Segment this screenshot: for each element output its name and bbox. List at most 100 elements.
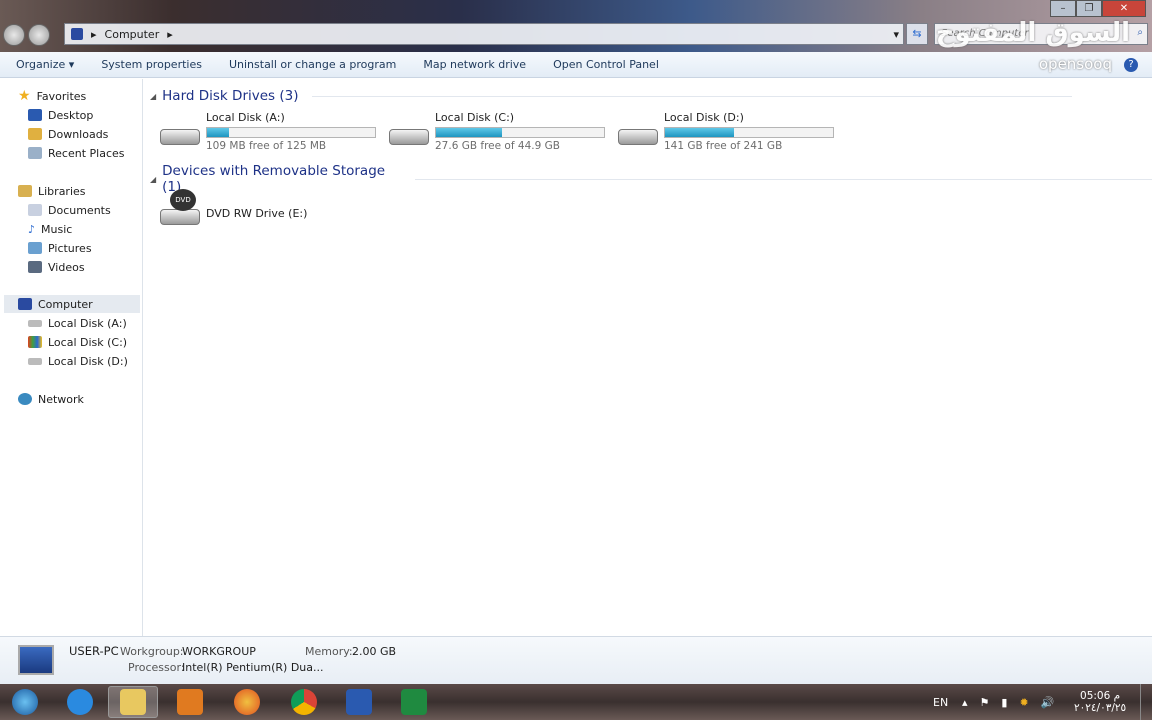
network-icon	[18, 393, 32, 405]
desktop-icon	[28, 109, 42, 121]
refresh-button[interactable]: ⇆	[906, 23, 928, 45]
sidebar-item-music[interactable]: ♪ Music	[28, 220, 72, 238]
sidebar-item-computer[interactable]: Computer	[4, 295, 140, 313]
open-control-panel-button[interactable]: Open Control Panel	[553, 58, 659, 71]
help-icon[interactable]: ?	[1124, 58, 1138, 72]
memory-value: 2.00 GB	[352, 645, 397, 658]
group-header-hard-disk-drives[interactable]: ◢ Hard Disk Drives (3)	[150, 88, 1073, 104]
music-icon: ♪	[28, 222, 36, 236]
uninstall-program-button[interactable]: Uninstall or change a program	[229, 58, 396, 71]
drive-usage-fill	[665, 128, 734, 137]
excel-taskbar-icon[interactable]	[389, 686, 439, 718]
show-hidden-icons-button[interactable]: ▴	[962, 696, 968, 709]
hard-drive-icon	[158, 121, 202, 151]
chevron-down-icon[interactable]: ▾	[893, 28, 899, 41]
computer-icon	[71, 28, 83, 40]
action-center-flag-icon[interactable]: ⚑	[980, 696, 990, 709]
address-bar[interactable]: ▸ Computer ▸ ▾	[64, 23, 904, 45]
explorer-taskbar-icon[interactable]	[108, 686, 158, 718]
restore-button[interactable]: ❐	[1076, 0, 1102, 17]
computer-name: USER-PC	[69, 644, 119, 658]
firefox-taskbar-icon[interactable]	[222, 686, 272, 718]
downloads-icon	[28, 128, 42, 140]
system-properties-button[interactable]: System properties	[101, 58, 202, 71]
system-drive-icon	[28, 336, 42, 348]
watermark-logo-text: opensooq	[1038, 55, 1112, 73]
forward-button[interactable]	[28, 24, 50, 46]
minimize-button[interactable]: –	[1050, 0, 1076, 17]
back-button[interactable]	[3, 24, 25, 46]
breadcrumb[interactable]: Computer	[105, 28, 160, 41]
start-button[interactable]	[0, 686, 50, 718]
star-icon: ★	[18, 88, 31, 104]
watermark-logo: السوق المفتوح	[935, 18, 1130, 48]
drive-name: DVD RW Drive (E:)	[206, 207, 308, 220]
system-drive-icon	[387, 121, 431, 151]
word-taskbar-icon[interactable]	[334, 686, 384, 718]
drive-usage-bar	[206, 127, 376, 138]
details-pane: USER-PC Workgroup: WORKGROUP Memory: 2.0…	[0, 636, 1152, 684]
processor-label: Processor:	[128, 661, 185, 674]
sidebar-item-recent-places[interactable]: Recent Places	[28, 144, 125, 162]
drive-item[interactable]: Local Disk (D:) 141 GB free of 241 GB	[616, 111, 834, 152]
drive-usage-bar	[435, 127, 605, 138]
sidebar-item-desktop[interactable]: Desktop	[28, 106, 93, 124]
language-indicator[interactable]: EN	[933, 684, 948, 720]
volume-icon[interactable]: 🔊	[1041, 696, 1055, 709]
computer-icon	[18, 645, 54, 675]
show-desktop-button[interactable]	[1140, 684, 1152, 720]
sidebar-item-disk-c[interactable]: Local Disk (C:)	[28, 333, 127, 351]
drive-name: Local Disk (C:)	[435, 111, 515, 124]
media-player-taskbar-icon[interactable]	[165, 686, 215, 718]
taskbar: EN ▴ ⚑ ▮ ✹ 🔊 05:06 م ٢٠٢٤/٠٣/٢٥	[0, 684, 1152, 720]
documents-icon	[28, 204, 42, 216]
sidebar-item-libraries[interactable]: Libraries	[18, 182, 86, 200]
drive-icon	[28, 319, 42, 327]
chrome-taskbar-icon[interactable]	[279, 686, 329, 718]
libraries-icon	[18, 185, 32, 197]
sidebar-item-documents[interactable]: Documents	[28, 201, 111, 219]
search-icon: ⌕	[1137, 27, 1143, 38]
drive-icon	[28, 357, 42, 365]
drive-item-dvd[interactable]: DVD DVD RW Drive (E:)	[158, 187, 307, 229]
sidebar-item-pictures[interactable]: Pictures	[28, 239, 92, 257]
drive-item[interactable]: Local Disk (A:) 109 MB free of 125 MB	[158, 111, 376, 152]
drive-name: Local Disk (A:)	[206, 111, 285, 124]
videos-icon	[28, 261, 42, 273]
clock[interactable]: 05:06 م ٢٠٢٤/٠٣/٢٥	[1074, 684, 1126, 720]
drive-usage-fill	[207, 128, 229, 137]
drive-item[interactable]: Local Disk (C:) 27.6 GB free of 44.9 GB	[387, 111, 605, 152]
sidebar-item-network[interactable]: Network	[18, 390, 84, 408]
close-button[interactable]: ✕	[1102, 0, 1146, 17]
map-network-drive-button[interactable]: Map network drive	[423, 58, 526, 71]
pictures-icon	[28, 242, 42, 254]
collapse-icon[interactable]: ◢	[150, 175, 156, 184]
workgroup-label: Workgroup:	[120, 645, 184, 658]
memory-label: Memory:	[305, 645, 353, 658]
chevron-right-icon[interactable]: ▸	[167, 28, 173, 41]
recent-places-icon	[28, 147, 42, 159]
processor-value: Intel(R) Pentium(R) Dua...	[182, 661, 324, 674]
drive-free-space: 141 GB free of 241 GB	[664, 140, 783, 152]
sidebar-item-disk-a[interactable]: Local Disk (A:)	[28, 314, 127, 332]
power-icon[interactable]: ▮	[1001, 696, 1007, 709]
drive-free-space: 109 MB free of 125 MB	[206, 140, 327, 152]
chevron-right-icon: ▸	[91, 27, 97, 41]
network-status-icon[interactable]: ✹	[1019, 696, 1028, 709]
sidebar-item-downloads[interactable]: Downloads	[28, 125, 108, 143]
hard-drive-icon	[616, 121, 660, 151]
computer-icon	[18, 298, 32, 310]
navigation-pane: ★ Favorites Desktop Downloads Recent Plac…	[0, 79, 143, 636]
workgroup-value: WORKGROUP	[182, 645, 256, 658]
command-bar: Organize ▾ System properties Uninstall o…	[0, 52, 1152, 78]
drive-usage-bar	[664, 127, 834, 138]
sidebar-item-favorites[interactable]: ★ Favorites	[18, 87, 86, 105]
sidebar-item-disk-d[interactable]: Local Disk (D:)	[28, 352, 128, 370]
ie-taskbar-icon[interactable]	[55, 686, 105, 718]
drive-name: Local Disk (D:)	[664, 111, 744, 124]
drive-free-space: 27.6 GB free of 44.9 GB	[435, 140, 560, 152]
collapse-icon[interactable]: ◢	[150, 92, 156, 101]
sidebar-item-videos[interactable]: Videos	[28, 258, 85, 276]
organize-button[interactable]: Organize ▾	[16, 58, 74, 71]
drive-usage-fill	[436, 128, 502, 137]
